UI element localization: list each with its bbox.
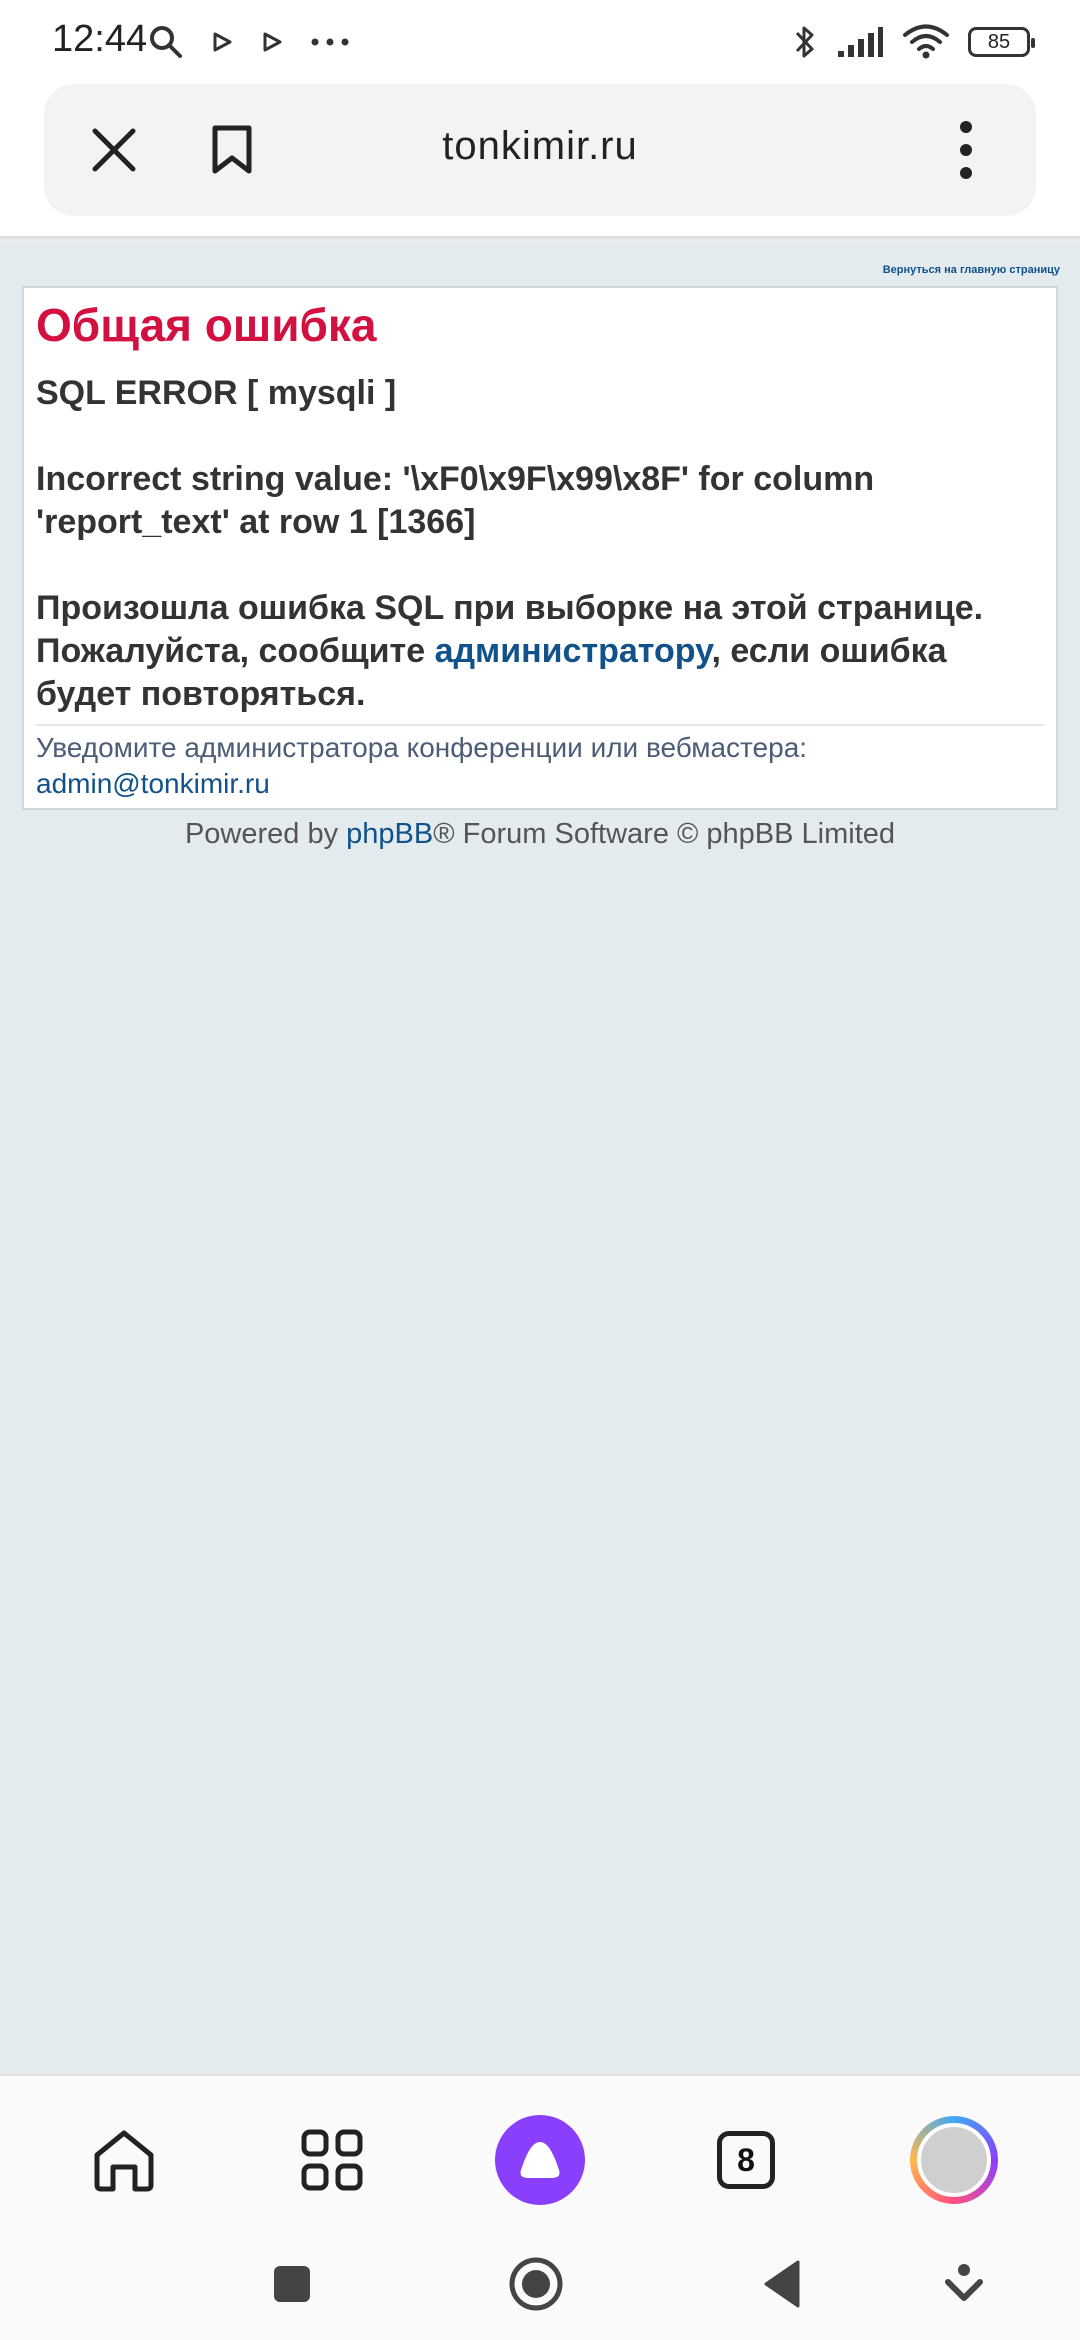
administrator-link[interactable]: администратору (435, 632, 712, 670)
powered-suffix: ® Forum Software © phpBB Limited (433, 818, 896, 850)
admin-email-link[interactable]: admin@tonkimir.ru (36, 768, 270, 799)
services-button[interactable] (282, 2110, 382, 2210)
bluetooth-icon (795, 26, 814, 58)
close-icon (92, 128, 136, 172)
battery-level: 85 (987, 30, 1011, 53)
system-back-button[interactable] (742, 2244, 822, 2324)
square-icon (274, 2266, 310, 2302)
system-home-button[interactable] (496, 2244, 576, 2324)
alice-icon (495, 2115, 585, 2205)
powered-prefix: Powered by (184, 818, 347, 850)
tabs-count-icon: 8 (717, 2131, 775, 2189)
hide-nav-button[interactable] (924, 2244, 1004, 2324)
powered-by-footer: Powered by phpBB® Forum Software © phpBB… (0, 814, 1080, 854)
error-message: Incorrect string value: '\xF0\x9F\x99\x8… (36, 460, 875, 541)
error-type: SQL ERROR [ mysqli ] (36, 374, 397, 412)
circle-home-icon (509, 2257, 563, 2311)
avatar-image (917, 2123, 991, 2197)
web-page: Вернуться на главную страницу Общая ошиб… (0, 242, 1080, 2074)
error-explanation: Произошла ошибка SQL при выборке на этой… (36, 587, 1046, 716)
battery-icon: 85 (968, 27, 1035, 57)
status-time: 12:44 (52, 18, 148, 60)
play-icon (213, 32, 232, 52)
back-to-index-link[interactable]: Вернуться на главную страницу (883, 264, 1060, 276)
phpbb-link[interactable]: phpBB (346, 818, 433, 850)
close-tab-button[interactable] (82, 118, 146, 182)
status-right-icons: 85 (792, 20, 1035, 64)
alice-assistant-button[interactable] (490, 2110, 590, 2210)
menu-button[interactable] (934, 118, 998, 182)
more-vertical-icon (960, 121, 972, 179)
bottom-navigation: 8 (0, 2074, 1080, 2340)
panel-divider (36, 724, 1044, 726)
screen: 12:44 85 tonkimir.ru Вернуться на главну… (0, 0, 1080, 2340)
notify-block: Уведомите администратора конференции или… (36, 730, 807, 802)
url-text[interactable]: tonkimir.ru (244, 124, 836, 169)
chevron-down-icon (945, 2264, 983, 2301)
error-body: SQL ERROR [ mysqli ] Incorrect string va… (36, 372, 1046, 759)
home-button[interactable] (74, 2110, 174, 2210)
tabs-button[interactable]: 8 (696, 2110, 796, 2210)
home-icon (94, 2130, 154, 2192)
status-bar: 12:44 85 (0, 0, 1080, 84)
avatar (910, 2116, 998, 2204)
signal-icon (838, 27, 883, 57)
notify-text: Уведомите администратора конференции или… (36, 732, 808, 763)
profile-button[interactable] (904, 2110, 1004, 2210)
error-title: Общая ошибка (36, 299, 377, 351)
recent-apps-button[interactable] (252, 2244, 332, 2324)
grid-icon (301, 2129, 363, 2191)
error-panel: Общая ошибка SQL ERROR [ mysqli ] Incorr… (22, 286, 1058, 810)
status-left-icons (150, 22, 350, 62)
browser-toolbar: tonkimir.ru (0, 84, 1080, 236)
search-icon (150, 26, 182, 58)
address-bar[interactable]: tonkimir.ru (44, 84, 1036, 216)
play-icon (263, 32, 282, 52)
back-triangle-icon (764, 2260, 800, 2308)
more-dots-icon (311, 38, 349, 46)
wifi-icon (903, 24, 949, 59)
